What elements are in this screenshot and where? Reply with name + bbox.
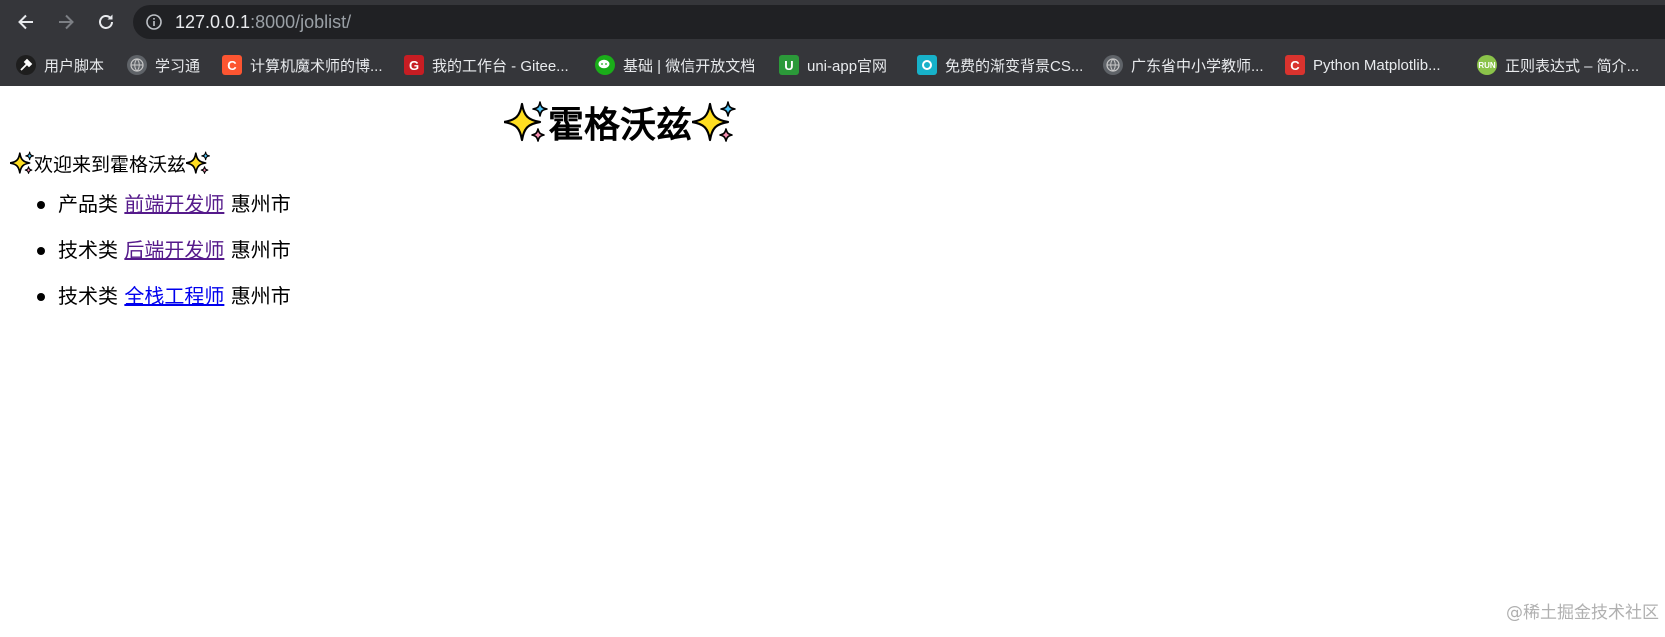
job-city: 惠州市 [230, 192, 291, 216]
bookmark-item[interactable]: U uni-app官网 [779, 53, 887, 77]
runoob-icon: RUN [1477, 55, 1497, 75]
page-content: 霍格沃兹 欢迎来到霍格沃兹 产品类 前端开发师 惠州市 技术类 后端开发师 惠州… [0, 86, 1665, 637]
job-category: 技术类 [58, 284, 118, 308]
reload-icon [99, 14, 113, 29]
bullet [37, 201, 45, 209]
sparkles-icon [10, 151, 34, 174]
sparkles-icon [186, 151, 211, 174]
bookmark-item[interactable]: C Python Matplotlib... [1285, 53, 1441, 77]
job-category: 产品类 [58, 192, 118, 216]
job-list-item: 产品类 前端开发师 惠州市 [0, 190, 291, 236]
page-title: 霍格沃兹 [0, 100, 1240, 149]
bookmark-label: 广东省中小学教师... [1131, 57, 1264, 75]
bookmark-label: 基础 | 微信开放文档 [623, 57, 756, 75]
browser-toolbar: 127.0.0.1:8000/joblist/ [0, 0, 1665, 44]
arrow-right-icon [59, 14, 74, 30]
forward-button[interactable] [50, 6, 82, 38]
welcome-text: 欢迎来到霍格沃兹 [10, 151, 211, 179]
welcome-label: 欢迎来到霍格沃兹 [34, 154, 187, 176]
url-path: :8000/joblist/ [250, 12, 352, 32]
bookmark-item[interactable]: 广东省中小学教师... [1103, 53, 1264, 77]
globe-icon [1103, 55, 1123, 75]
gitee-icon: G [404, 55, 424, 75]
bookmark-item[interactable]: 学习通 [127, 53, 200, 77]
arrow-left-icon [18, 14, 33, 30]
job-title-link[interactable]: 全栈工程师 [124, 284, 224, 308]
browser-chrome: 127.0.0.1:8000/joblist/ 用户脚本 学习通 C 计算机魔术… [0, 0, 1665, 86]
url-host: 127.0.0.1 [175, 12, 251, 32]
bookmark-label: Python Matplotlib... [1313, 56, 1441, 74]
bookmark-label: 学习通 [155, 57, 201, 75]
script-icon [16, 55, 36, 75]
job-title-link[interactable]: 后端开发师 [124, 238, 224, 262]
gradient-icon [917, 55, 937, 75]
bookmark-label: 计算机魔术师的博... [250, 57, 383, 75]
job-list: 产品类 前端开发师 惠州市 技术类 后端开发师 惠州市 技术类 全栈工程师 惠州… [0, 190, 291, 328]
csdn-icon: C [222, 55, 242, 75]
job-title-link[interactable]: 前端开发师 [124, 192, 224, 216]
job-category: 技术类 [58, 238, 118, 262]
bullet [37, 247, 45, 255]
bookmark-item[interactable]: 用户脚本 [16, 53, 104, 77]
url-text[interactable]: 127.0.0.1:8000/joblist/ [175, 12, 351, 32]
globe-icon [127, 55, 147, 75]
bullet [37, 293, 45, 301]
job-list-item: 技术类 全栈工程师 惠州市 [0, 282, 291, 328]
site-info-icon[interactable] [145, 13, 163, 31]
sparkles-icon [503, 101, 548, 142]
bookmark-label: 正则表达式 – 简介... [1505, 57, 1640, 75]
wechat-icon [595, 55, 615, 75]
reload-button[interactable] [90, 6, 122, 38]
job-list-item: 技术类 后端开发师 惠州市 [0, 236, 291, 282]
bookmarks-bar: 用户脚本 学习通 C 计算机魔术师的博... G 我的工作台 - Gitee..… [0, 48, 1665, 82]
watermark-text: @稀土掘金技术社区 [1506, 603, 1659, 623]
csdn-icon: C [1285, 55, 1305, 75]
address-bar[interactable]: 127.0.0.1:8000/joblist/ [133, 5, 1665, 39]
bookmark-label: uni-app官网 [807, 57, 888, 75]
bookmark-label: 用户脚本 [44, 57, 105, 75]
job-city: 惠州市 [230, 284, 291, 308]
sparkles-icon [692, 101, 736, 142]
bookmark-label: 免费的渐变背景CS... [945, 57, 1084, 75]
bookmark-item[interactable]: G 我的工作台 - Gitee... [404, 53, 569, 77]
bookmark-item[interactable]: C 计算机魔术师的博... [222, 53, 383, 77]
job-city: 惠州市 [230, 238, 291, 262]
bookmark-item[interactable]: RUN 正则表达式 – 简介... [1477, 53, 1639, 77]
uniapp-icon: U [779, 55, 799, 75]
bookmark-label: 我的工作台 - Gitee... [432, 57, 569, 75]
back-button[interactable] [10, 6, 42, 38]
bookmark-item[interactable]: 免费的渐变背景CS... [917, 53, 1083, 77]
page-title-text: 霍格沃兹 [547, 105, 692, 146]
bookmark-item[interactable]: 基础 | 微信开放文档 [595, 53, 755, 77]
